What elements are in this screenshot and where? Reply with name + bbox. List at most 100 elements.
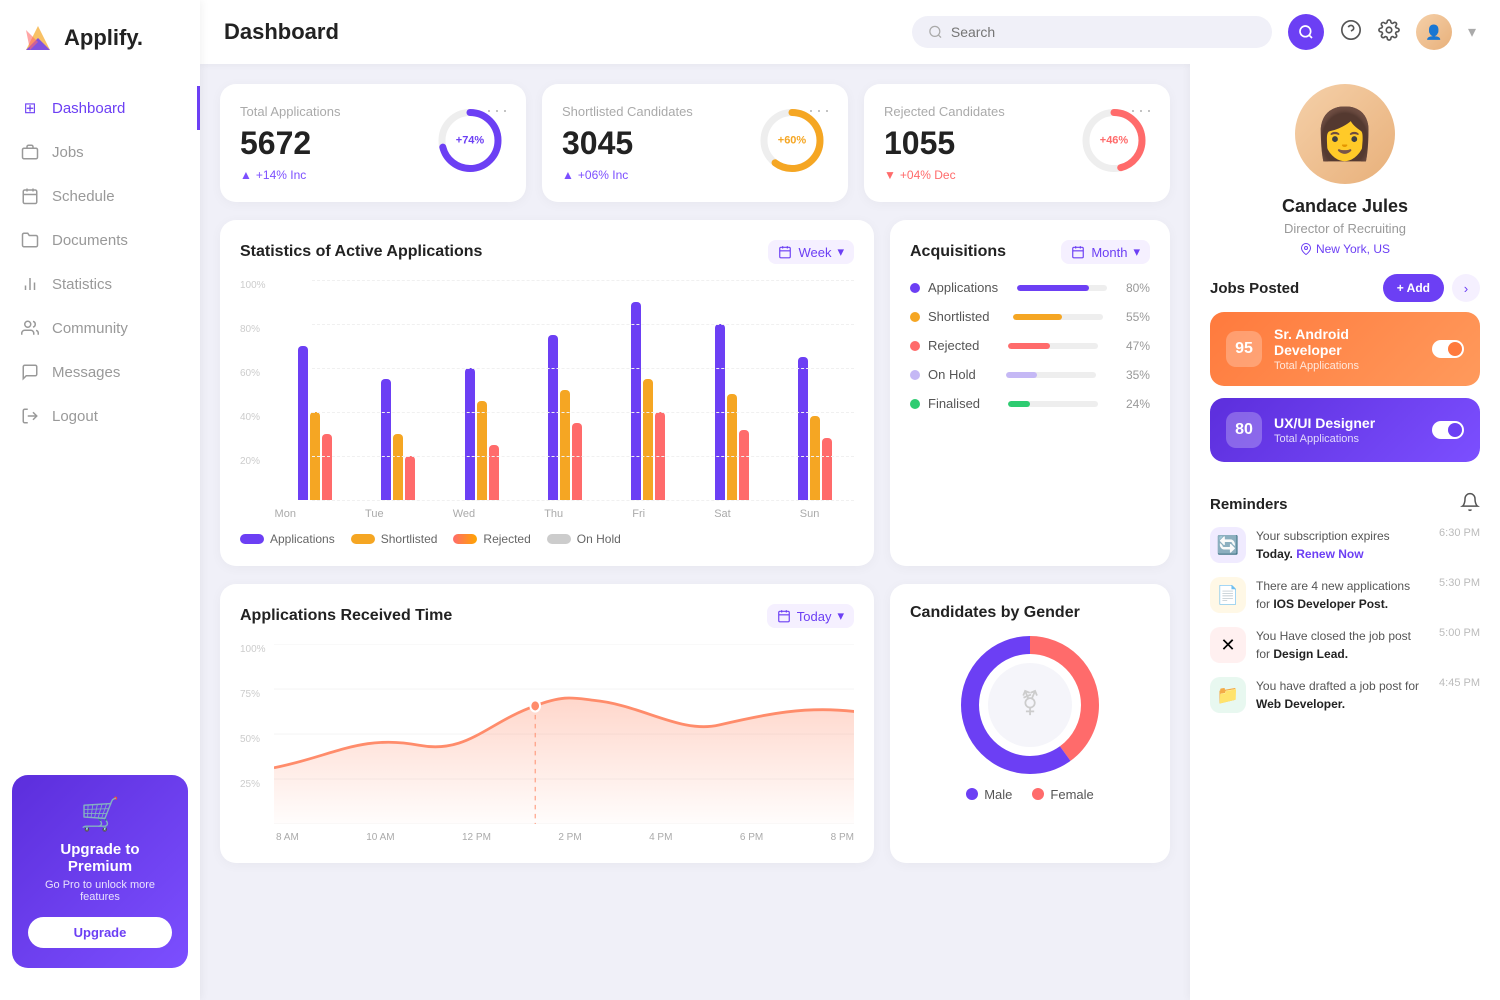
gender-female-label: Female bbox=[1050, 787, 1093, 802]
sidebar-item-label-statistics: Statistics bbox=[52, 276, 112, 293]
stat-circle-1: +74% bbox=[434, 105, 506, 182]
sidebar-item-label-dashboard: Dashboard bbox=[52, 100, 125, 117]
reminder-icon-draft: 📁 bbox=[1210, 677, 1246, 713]
calendar-icon-bar bbox=[778, 245, 792, 259]
legend-rejected: Rejected bbox=[453, 532, 530, 546]
donut-chart-header: Candidates by Gender bbox=[910, 604, 1150, 622]
svg-text:⚧: ⚧ bbox=[1020, 689, 1040, 717]
sidebar-item-documents[interactable]: Documents bbox=[0, 218, 200, 262]
stat-circle-3: +46% bbox=[1078, 105, 1150, 182]
bar-chart-legend: Applications Shortlisted Rejected bbox=[240, 532, 854, 546]
sidebar-item-messages[interactable]: Messages bbox=[0, 350, 200, 394]
acquisitions-card: Acquisitions Month ▾ Applications bbox=[890, 220, 1170, 566]
legend-applications: Applications bbox=[240, 532, 335, 546]
toggle-thumb-1 bbox=[1448, 342, 1462, 356]
help-button[interactable] bbox=[1340, 19, 1362, 46]
bar-chart-filter[interactable]: Week ▾ bbox=[768, 240, 854, 264]
acquisitions-filter[interactable]: Month ▾ bbox=[1061, 240, 1150, 264]
job-title-2: UX/UI Designer bbox=[1274, 415, 1420, 431]
job-title-1: Sr. Android Developer bbox=[1274, 326, 1420, 358]
reminder-draft-job: 📁 You have drafted a job post for Web De… bbox=[1210, 677, 1480, 713]
reminder-text-1: Your subscription expires Today. Renew N… bbox=[1256, 527, 1425, 563]
acq-applications: Applications 80% bbox=[910, 280, 1150, 295]
job-toggle-2[interactable] bbox=[1432, 421, 1464, 439]
right-panel: 👩 Candace Jules Director of Recruiting N… bbox=[1190, 64, 1500, 1000]
job-info-1: Sr. Android Developer Total Applications bbox=[1274, 326, 1420, 372]
reminder-time-2: 5:30 PM bbox=[1439, 577, 1480, 589]
job-toggle-1[interactable] bbox=[1432, 340, 1464, 358]
donut-chart-card: Candidates by Gender bbox=[890, 584, 1170, 863]
reminder-icon-closed: ✕ bbox=[1210, 627, 1246, 663]
acquisitions-header: Acquisitions Month ▾ bbox=[910, 240, 1150, 264]
schedule-icon bbox=[20, 186, 40, 206]
line-chart-filter[interactable]: Today ▾ bbox=[767, 604, 854, 628]
bar-chart-header: Statistics of Active Applications Week ▾ bbox=[240, 240, 854, 264]
location-icon bbox=[1300, 243, 1312, 255]
settings-button[interactable] bbox=[1378, 19, 1400, 46]
calendar-icon-line bbox=[777, 609, 791, 623]
acq-finalised: Finalised 24% bbox=[910, 396, 1150, 411]
sidebar-item-label-documents: Documents bbox=[52, 232, 128, 249]
reminder-time-1: 6:30 PM bbox=[1439, 527, 1480, 539]
reminder-text-4: You have drafted a job post for Web Deve… bbox=[1256, 677, 1425, 713]
job-num-1: 95 bbox=[1226, 331, 1262, 367]
legend-onhold: On Hold bbox=[547, 532, 621, 546]
page-title: Dashboard bbox=[224, 19, 896, 45]
reminder-time-3: 5:00 PM bbox=[1439, 627, 1480, 639]
acq-onhold: On Hold 35% bbox=[910, 367, 1150, 382]
reminders-section: 🔄 Your subscription expires Today. Renew… bbox=[1210, 527, 1480, 727]
line-chart-title: Applications Received Time bbox=[240, 607, 452, 625]
reminder-text-2: There are 4 new applications for IOS Dev… bbox=[1256, 577, 1425, 613]
search-button[interactable] bbox=[1288, 14, 1324, 50]
profile-name: Candace Jules bbox=[1282, 196, 1408, 217]
line-chart-area: 100% 75% 50% 25% bbox=[240, 644, 854, 824]
dashboard-icon: ⊞ bbox=[20, 98, 40, 118]
stats-row: ··· Total Applications 5672 ▲+14% Inc +7… bbox=[220, 84, 1170, 202]
bar-chart-grid: 100% 80% 60% 40% 20% bbox=[240, 280, 854, 500]
help-icon bbox=[1340, 19, 1362, 41]
jobs-chevron-button[interactable]: › bbox=[1452, 274, 1480, 302]
profile-location: New York, US bbox=[1300, 242, 1390, 256]
sidebar-item-schedule[interactable]: Schedule bbox=[0, 174, 200, 218]
bar-chart-title: Statistics of Active Applications bbox=[240, 243, 482, 261]
donut-chart-area: ⚧ Male Female bbox=[910, 638, 1150, 798]
reminder-text-3: You Have closed the job post for Design … bbox=[1256, 627, 1425, 663]
job-card-android: 95 Sr. Android Developer Total Applicati… bbox=[1210, 312, 1480, 386]
search-btn-icon bbox=[1298, 24, 1314, 40]
add-job-button[interactable]: + Add bbox=[1383, 274, 1444, 302]
bell-icon bbox=[1460, 492, 1480, 512]
renew-link[interactable]: Renew Now bbox=[1296, 547, 1363, 561]
line-chart-header: Applications Received Time Today ▾ bbox=[240, 604, 854, 628]
topbar: Dashboard 👤 ▾ bbox=[200, 0, 1500, 64]
gender-male: Male bbox=[966, 787, 1012, 802]
jobs-icon bbox=[20, 142, 40, 162]
reminder-new-applications: 📄 There are 4 new applications for IOS D… bbox=[1210, 577, 1480, 613]
legend-shortlisted: Shortlisted bbox=[351, 532, 438, 546]
logo-icon bbox=[20, 20, 56, 56]
sidebar-item-label-jobs: Jobs bbox=[52, 144, 84, 161]
toggle-thumb-2 bbox=[1448, 423, 1462, 437]
premium-upgrade-box: 🛒 Upgrade to Premium Go Pro to unlock mo… bbox=[12, 775, 188, 968]
stat-card-rejected: ··· Rejected Candidates 1055 ▼+04% Dec +… bbox=[864, 84, 1170, 202]
donut-svg-wrap: ⚧ bbox=[960, 635, 1100, 775]
acq-shortlisted: Shortlisted 55% bbox=[910, 309, 1150, 324]
premium-title: Upgrade to Premium bbox=[28, 841, 172, 875]
charts-row-1: Statistics of Active Applications Week ▾… bbox=[220, 220, 1170, 566]
sidebar-item-jobs[interactable]: Jobs bbox=[0, 130, 200, 174]
upgrade-button[interactable]: Upgrade bbox=[28, 917, 172, 948]
sidebar-item-statistics[interactable]: Statistics bbox=[0, 262, 200, 306]
user-avatar-small[interactable]: 👤 bbox=[1416, 14, 1452, 50]
job-num-2: 80 bbox=[1226, 412, 1262, 448]
sidebar-item-label-schedule: Schedule bbox=[52, 188, 115, 205]
line-chart-svg bbox=[274, 644, 854, 824]
search-input[interactable] bbox=[951, 24, 1256, 40]
gear-icon bbox=[1378, 19, 1400, 41]
sidebar-item-logout[interactable]: Logout bbox=[0, 394, 200, 438]
bar-chart: 100% 80% 60% 40% 20% bbox=[240, 280, 854, 546]
bell-button[interactable] bbox=[1460, 492, 1480, 517]
dropdown-chevron-icon: ▾ bbox=[1468, 22, 1476, 42]
top-icons: 👤 ▾ bbox=[1340, 14, 1476, 50]
sidebar-item-community[interactable]: Community bbox=[0, 306, 200, 350]
logo: Applify. bbox=[0, 20, 163, 86]
sidebar-item-dashboard[interactable]: ⊞ Dashboard bbox=[0, 86, 200, 130]
